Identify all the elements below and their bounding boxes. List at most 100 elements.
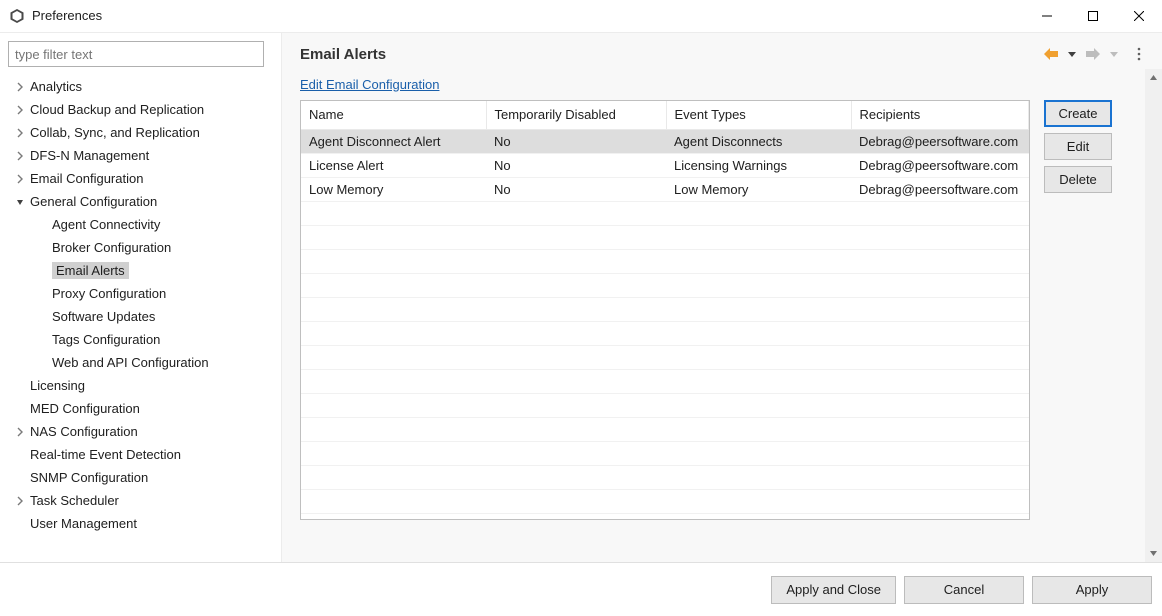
cell-disabled (486, 489, 666, 513)
back-arrow-icon[interactable] (1042, 46, 1060, 62)
back-dropdown-icon[interactable] (1066, 48, 1078, 60)
tree-item-label: Web and API Configuration (52, 355, 209, 370)
tree-item-label: Broker Configuration (52, 240, 171, 255)
tree-item[interactable]: Agent Connectivity (8, 213, 273, 236)
tree-item[interactable]: Broker Configuration (8, 236, 273, 259)
cell-recipients (851, 273, 1029, 297)
table-row[interactable] (301, 489, 1029, 513)
tree-item[interactable]: MED Configuration (8, 397, 273, 420)
cell-disabled (486, 321, 666, 345)
cell-name (301, 273, 486, 297)
col-disabled[interactable]: Temporarily Disabled (486, 101, 666, 129)
window-title: Preferences (32, 8, 1024, 23)
table-row[interactable] (301, 393, 1029, 417)
chevron-right-icon[interactable] (12, 148, 28, 164)
minimize-button[interactable] (1024, 0, 1070, 32)
tree-item-label: Real-time Event Detection (28, 447, 181, 462)
right-scrollbar[interactable] (1145, 69, 1162, 562)
col-name[interactable]: Name (301, 101, 486, 129)
chevron-none (12, 447, 28, 463)
tree-item-label: Agent Connectivity (52, 217, 160, 232)
table-row[interactable] (301, 321, 1029, 345)
cell-name (301, 489, 486, 513)
tree-item-label: User Management (28, 516, 137, 531)
apply-button[interactable]: Apply (1032, 576, 1152, 604)
cell-disabled (486, 345, 666, 369)
view-menu-icon[interactable] (1134, 45, 1144, 63)
table-row[interactable]: Low MemoryNoLow MemoryDebrag@peersoftwar… (301, 177, 1029, 201)
table-row[interactable] (301, 345, 1029, 369)
tree-item[interactable]: Tags Configuration (8, 328, 273, 351)
cell-recipients (851, 345, 1029, 369)
tree-item-label: NAS Configuration (28, 424, 138, 439)
apply-close-button[interactable]: Apply and Close (771, 576, 896, 604)
table-row[interactable] (301, 225, 1029, 249)
scroll-down-icon[interactable] (1145, 545, 1162, 562)
side-buttons: Create Edit Delete (1044, 100, 1112, 562)
chevron-none (12, 516, 28, 532)
tree-item[interactable]: Email Configuration (8, 167, 273, 190)
cell-name (301, 441, 486, 465)
table-row[interactable] (301, 441, 1029, 465)
preferences-tree[interactable]: AnalyticsCloud Backup and ReplicationCol… (8, 75, 273, 535)
chevron-none (12, 378, 28, 394)
table-row[interactable] (301, 249, 1029, 273)
chevron-right-icon[interactable] (12, 171, 28, 187)
tree-item[interactable]: Software Updates (8, 305, 273, 328)
tree-item[interactable]: DFS-N Management (8, 144, 273, 167)
close-button[interactable] (1116, 0, 1162, 32)
cell-recipients (851, 441, 1029, 465)
tree-item[interactable]: User Management (8, 512, 273, 535)
table-row[interactable] (301, 369, 1029, 393)
delete-button[interactable]: Delete (1044, 166, 1112, 193)
scroll-up-icon[interactable] (1145, 69, 1162, 86)
tree-item[interactable]: SNMP Configuration (8, 466, 273, 489)
cell-name (301, 417, 486, 441)
tree-item[interactable]: Collab, Sync, and Replication (8, 121, 273, 144)
table-row[interactable] (301, 201, 1029, 225)
tree-item-label: SNMP Configuration (28, 470, 148, 485)
chevron-right-icon[interactable] (12, 493, 28, 509)
cell-disabled (486, 417, 666, 441)
forward-arrow-icon[interactable] (1084, 46, 1102, 62)
cell-recipients: Debrag@peersoftware.com (851, 129, 1029, 153)
table-row[interactable]: Agent Disconnect AlertNoAgent Disconnect… (301, 129, 1029, 153)
tree-item[interactable]: Proxy Configuration (8, 282, 273, 305)
chevron-down-icon[interactable] (12, 194, 28, 210)
tree-item[interactable]: Cloud Backup and Replication (8, 98, 273, 121)
table-row[interactable] (301, 297, 1029, 321)
tree-item[interactable]: Analytics (8, 75, 273, 98)
cell-disabled: No (486, 177, 666, 201)
cell-event: Agent Disconnects (666, 129, 851, 153)
chevron-right-icon[interactable] (12, 125, 28, 141)
tree-item[interactable]: Email Alerts (8, 259, 273, 282)
edit-button[interactable]: Edit (1044, 133, 1112, 160)
tree-item[interactable]: Licensing (8, 374, 273, 397)
cell-recipients: Debrag@peersoftware.com (851, 177, 1029, 201)
table-row[interactable] (301, 417, 1029, 441)
cancel-button[interactable]: Cancel (904, 576, 1024, 604)
tree-item[interactable]: Web and API Configuration (8, 351, 273, 374)
create-button[interactable]: Create (1044, 100, 1112, 127)
tree-item[interactable]: Real-time Event Detection (8, 443, 273, 466)
filter-input[interactable] (8, 41, 264, 67)
tree-item[interactable]: NAS Configuration (8, 420, 273, 443)
chevron-right-icon[interactable] (12, 102, 28, 118)
table-row[interactable] (301, 465, 1029, 489)
chevron-none (36, 240, 52, 256)
table-row[interactable] (301, 273, 1029, 297)
cell-event (666, 297, 851, 321)
chevron-right-icon[interactable] (12, 424, 28, 440)
cell-recipients (851, 321, 1029, 345)
chevron-right-icon[interactable] (12, 79, 28, 95)
table-row[interactable]: License AlertNoLicensing WarningsDebrag@… (301, 153, 1029, 177)
col-recipients[interactable]: Recipients (851, 101, 1029, 129)
forward-dropdown-icon[interactable] (1108, 48, 1120, 60)
cell-event (666, 249, 851, 273)
col-event[interactable]: Event Types (666, 101, 851, 129)
tree-item[interactable]: Task Scheduler (8, 489, 273, 512)
maximize-button[interactable] (1070, 0, 1116, 32)
tree-item[interactable]: General Configuration (8, 190, 273, 213)
edit-email-config-link[interactable]: Edit Email Configuration (300, 77, 439, 92)
alerts-table[interactable]: Name Temporarily Disabled Event Types Re… (301, 101, 1029, 514)
